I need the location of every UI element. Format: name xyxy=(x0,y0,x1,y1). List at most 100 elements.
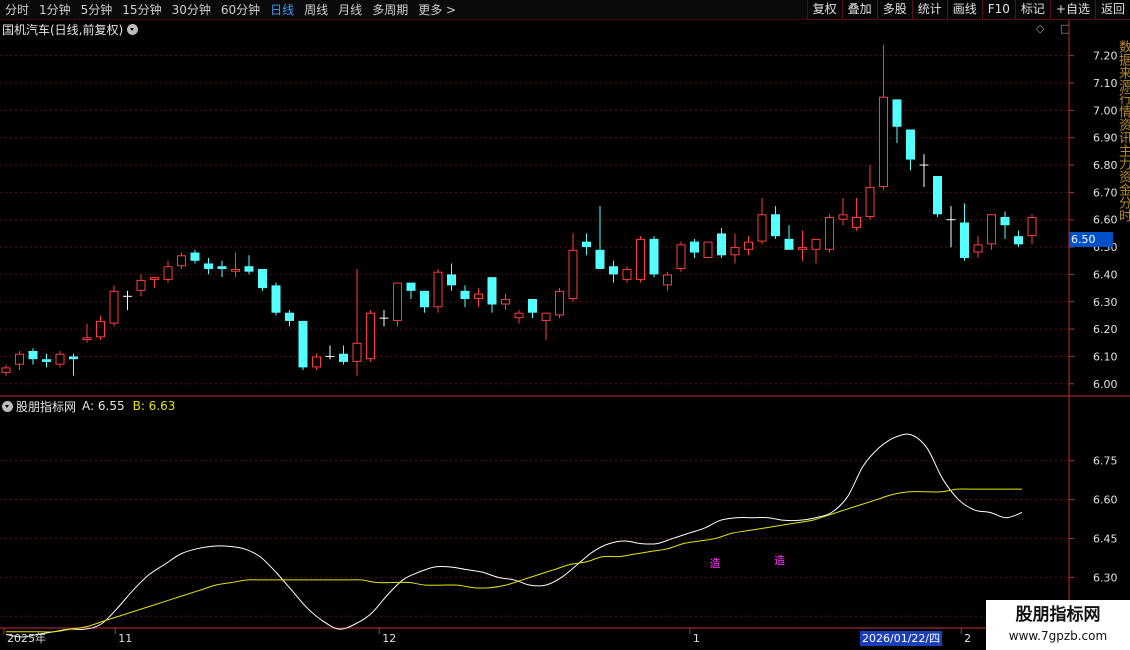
current-price-tag: 6.50 xyxy=(1069,232,1113,247)
candle xyxy=(906,129,915,171)
indicator-marker-label: 造 xyxy=(774,553,785,567)
indicator-ytick-label: 6.45 xyxy=(1093,532,1118,545)
candle xyxy=(82,323,92,343)
candle xyxy=(514,309,524,324)
xaxis-label: 12 xyxy=(382,632,396,645)
candle-body xyxy=(730,247,740,256)
candle-body xyxy=(82,337,92,341)
candle-body xyxy=(1027,217,1037,237)
candle xyxy=(690,238,699,259)
candle xyxy=(258,268,267,291)
candle xyxy=(15,350,24,371)
candle-body xyxy=(15,353,24,365)
kline-ytick-label: 6.90 xyxy=(1093,132,1118,145)
candle-body xyxy=(339,353,348,362)
candle xyxy=(123,290,132,310)
chart-canvas[interactable]: 7.20 7.10 7.00 6.90 6.80 6.70 6.60 6.50 6.40 6.30… xyxy=(0,0,1130,650)
candle xyxy=(784,225,794,250)
candle-body xyxy=(28,350,38,360)
indicator-line-a xyxy=(5,433,1023,638)
candle xyxy=(825,214,834,253)
candle-body xyxy=(501,299,510,305)
candle xyxy=(244,255,254,275)
candle-body xyxy=(271,285,281,313)
kline-ytick-label: 6.20 xyxy=(1093,323,1118,336)
candle xyxy=(717,227,726,259)
kline-ytick-label: 6.80 xyxy=(1093,159,1118,172)
candle xyxy=(676,241,686,272)
candle xyxy=(325,345,335,360)
candle-body xyxy=(55,353,65,365)
side-panel-strip[interactable]: 数据来源行情资讯主力资金分时 xyxy=(1115,40,1130,380)
candle xyxy=(150,277,159,289)
candle xyxy=(447,263,456,291)
xaxis-label: 2025年 xyxy=(7,631,46,645)
candle xyxy=(163,260,173,283)
candle-body xyxy=(136,279,146,291)
indicator-ytick-label: 6.30 xyxy=(1093,571,1118,584)
candle-body xyxy=(298,320,308,368)
candle xyxy=(960,203,969,261)
candle-body xyxy=(420,290,429,308)
candle-body xyxy=(366,312,375,360)
candle xyxy=(190,249,200,264)
candle xyxy=(568,233,578,302)
candle xyxy=(730,233,740,264)
candle-body xyxy=(528,299,537,313)
candle-body xyxy=(352,342,362,362)
candle-body xyxy=(190,252,200,261)
kline-ytick-label: 6.60 xyxy=(1093,214,1118,227)
kline-ytick-label: 7.00 xyxy=(1093,104,1118,117)
candle-body xyxy=(244,266,254,272)
candle xyxy=(285,309,294,327)
candle xyxy=(1014,230,1023,248)
candle-body xyxy=(879,96,888,187)
kline-ytick-label: 6.10 xyxy=(1093,350,1118,363)
candle xyxy=(28,348,38,365)
candle-body xyxy=(433,271,443,308)
candle xyxy=(609,260,618,283)
candle xyxy=(352,268,362,376)
candle-body xyxy=(906,129,915,160)
candle xyxy=(42,353,51,368)
candle-body xyxy=(798,247,807,250)
candle xyxy=(892,99,902,144)
candle-body xyxy=(568,249,578,300)
candle xyxy=(460,285,470,308)
candle-body xyxy=(663,274,672,286)
candle-body xyxy=(771,214,780,237)
candle xyxy=(109,285,119,327)
candle xyxy=(204,258,213,275)
candle xyxy=(879,44,888,190)
candle-body xyxy=(892,99,902,127)
candle xyxy=(973,236,983,259)
candle xyxy=(703,241,713,259)
candle-body xyxy=(163,266,173,280)
candle xyxy=(433,268,443,313)
candle-body xyxy=(960,222,969,259)
indicator-line-b xyxy=(6,488,1022,633)
candle-body xyxy=(42,359,51,362)
candle-body xyxy=(514,312,524,319)
candle-body xyxy=(312,356,321,368)
candle-body xyxy=(393,282,402,321)
candle xyxy=(541,312,551,341)
candle xyxy=(528,299,537,319)
indicator-marker-label: 造 xyxy=(710,556,721,570)
candle-body xyxy=(285,312,294,321)
candle xyxy=(487,277,497,313)
crosshair-date-tag: 2026/01/22/四 xyxy=(860,631,943,646)
candle-body xyxy=(852,217,861,228)
candle-body xyxy=(703,241,713,259)
watermark-title: 股朋指标网 xyxy=(1015,605,1101,625)
candle-body xyxy=(460,290,470,300)
candle-body xyxy=(1000,217,1010,226)
xaxis-label: 2 xyxy=(964,632,971,645)
candle xyxy=(1027,214,1037,245)
xaxis-label: 11 xyxy=(118,632,132,645)
candle xyxy=(177,252,186,269)
candle xyxy=(298,320,308,371)
candle xyxy=(69,353,78,376)
kline-ytick-label: 7.10 xyxy=(1093,77,1118,90)
candle-body xyxy=(109,290,119,324)
